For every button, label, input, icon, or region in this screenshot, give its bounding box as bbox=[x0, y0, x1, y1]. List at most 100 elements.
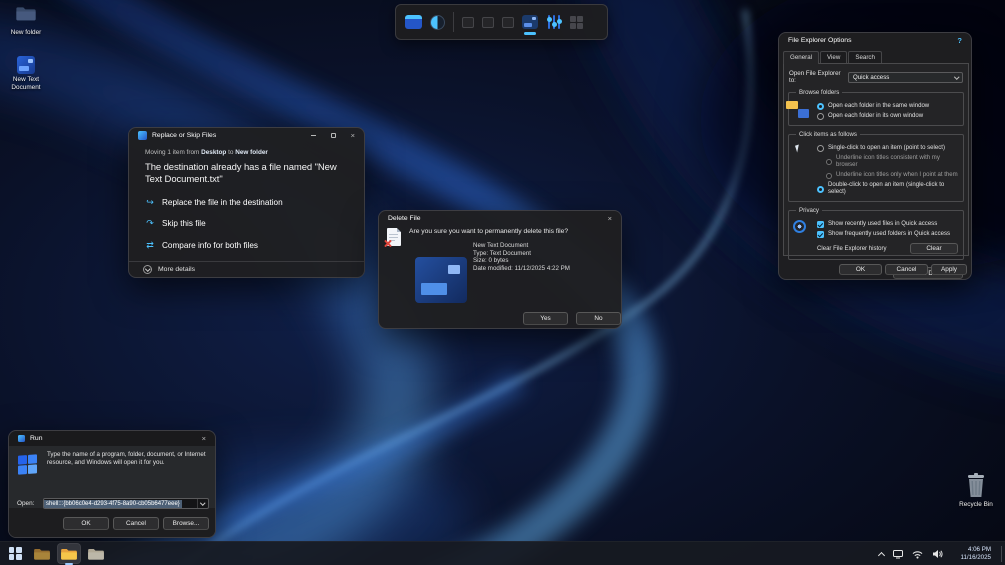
radio-underline-point[interactable]: Underline icon titles only when I point … bbox=[817, 172, 958, 179]
tab-search[interactable]: Search bbox=[848, 51, 882, 63]
close-icon[interactable]: × bbox=[608, 215, 612, 223]
volume-icon[interactable] bbox=[932, 549, 943, 559]
group-title: Click items as follows bbox=[796, 131, 860, 138]
taskbar-item-folder-window[interactable] bbox=[84, 543, 108, 564]
radio-selected-icon bbox=[817, 185, 824, 193]
option-compare-files[interactable]: ⇄ Compare info for both files bbox=[145, 240, 348, 251]
file-name: New Text Document bbox=[473, 242, 529, 249]
desktop-icon-recycle-bin[interactable]: Recycle Bin bbox=[950, 472, 1002, 509]
start-button[interactable] bbox=[3, 543, 27, 564]
replace-arrow-icon: ↪ bbox=[146, 196, 154, 207]
radio-label: Underline icon titles consistent with my… bbox=[836, 155, 940, 168]
active-indicator bbox=[524, 32, 536, 35]
radio-underline-consistent[interactable]: Underline icon titles consistent with my… bbox=[817, 155, 958, 169]
taskbar-item-folder-window-active[interactable] bbox=[57, 543, 81, 564]
combobox-dropdown-button[interactable] bbox=[197, 499, 208, 508]
ghost-window-icon[interactable] bbox=[462, 16, 474, 28]
option-replace-file[interactable]: ↪ Replace the file in the destination bbox=[145, 197, 348, 208]
yes-button[interactable]: Yes bbox=[523, 312, 568, 325]
more-details-label: More details bbox=[158, 266, 196, 273]
open-explorer-to-dropdown[interactable]: Quick access bbox=[848, 71, 963, 83]
radio-same-window[interactable]: Open each folder in the same window bbox=[817, 103, 958, 110]
minimize-icon[interactable] bbox=[310, 135, 316, 136]
windows-start-icon bbox=[8, 547, 22, 560]
close-icon[interactable]: × bbox=[351, 132, 355, 140]
ghost-window-icon[interactable] bbox=[482, 16, 494, 28]
folder-icon bbox=[0, 5, 52, 27]
radio-own-window[interactable]: Open each folder in its own window bbox=[817, 113, 958, 120]
dialog-title: File Explorer Options bbox=[788, 37, 852, 44]
chevron-down-icon bbox=[200, 500, 206, 506]
radio-icon bbox=[826, 159, 832, 165]
cancel-button[interactable]: Cancel bbox=[885, 264, 928, 275]
desktop-icon-label: Recycle Bin bbox=[959, 501, 993, 508]
radio-icon bbox=[817, 113, 824, 120]
display-icon[interactable] bbox=[893, 549, 903, 559]
run-dialog-footer: OK Cancel Browse... bbox=[9, 510, 215, 537]
hidden-icons-chevron[interactable] bbox=[877, 551, 886, 559]
delete-file-dialog: Delete File × Are you sure you want to p… bbox=[378, 210, 622, 329]
chevron-down-icon bbox=[143, 265, 152, 274]
privacy-icon bbox=[793, 220, 806, 233]
radio-double-click[interactable]: Double-click to open an item (single-cli… bbox=[817, 182, 958, 196]
checkbox-recent-files[interactable]: Show recently used files in Quick access bbox=[817, 221, 958, 228]
desktop-icon-label: New folder bbox=[10, 29, 42, 36]
option-skip-file[interactable]: ↷ Skip this file bbox=[145, 218, 348, 229]
file-thumbnail bbox=[415, 257, 467, 303]
folder-icon bbox=[34, 548, 50, 560]
radio-label: Double-click to open an item (single-cli… bbox=[828, 182, 945, 195]
blue-tiles-icon[interactable] bbox=[522, 15, 538, 35]
run-command-combobox[interactable]: shell:::{bb06c0e4-d293-4f75-8a90-cb05b64… bbox=[43, 498, 209, 509]
checkbox-checked-icon bbox=[817, 221, 824, 228]
apply-button[interactable]: Apply bbox=[931, 264, 967, 275]
delete-confirmation-text: Are you sure you want to permanently del… bbox=[409, 228, 569, 235]
ok-button[interactable]: OK bbox=[63, 517, 109, 530]
delete-dialog-titlebar[interactable]: Delete File × bbox=[379, 211, 621, 226]
desktop-icon-new-text-document[interactable]: New Text Document bbox=[0, 56, 52, 91]
windows-logo-icon bbox=[18, 454, 37, 475]
radio-icon bbox=[826, 172, 832, 179]
help-icon[interactable]: ? bbox=[957, 36, 962, 45]
ghost-window-icon[interactable] bbox=[502, 16, 514, 28]
file-explorer-options-dialog: File Explorer Options ? General View Sea… bbox=[778, 32, 972, 280]
radio-single-click[interactable]: Single-click to open an item (point to s… bbox=[817, 145, 958, 152]
folder-options-titlebar[interactable]: File Explorer Options ? bbox=[779, 33, 971, 48]
more-details-toggle[interactable]: More details bbox=[129, 260, 364, 278]
no-button[interactable]: No bbox=[576, 312, 621, 325]
maximize-icon[interactable] bbox=[330, 133, 336, 138]
option-label: Replace the file in the destination bbox=[162, 197, 283, 207]
run-description: Type the name of a program, folder, docu… bbox=[47, 451, 206, 466]
radio-label: Underline icon titles only when I point … bbox=[836, 172, 958, 178]
ok-button[interactable]: OK bbox=[839, 264, 882, 275]
run-dialog-titlebar[interactable]: Run × bbox=[9, 431, 215, 446]
wifi-icon[interactable] bbox=[912, 550, 923, 559]
option-label: Skip this file bbox=[162, 219, 206, 228]
source-folder: Desktop bbox=[201, 149, 227, 156]
contrast-circle-icon[interactable] bbox=[430, 14, 445, 30]
run-dialog: Run × Type the name of a program, folder… bbox=[8, 430, 216, 538]
taskbar-clock[interactable]: 4:06 PM 11/16/2025 bbox=[960, 546, 991, 562]
radio-selected-icon bbox=[817, 103, 824, 110]
dialog-title: Run bbox=[30, 435, 43, 442]
cancel-button[interactable]: Cancel bbox=[113, 517, 159, 530]
chevron-up-icon bbox=[877, 551, 886, 559]
skip-arrow-icon: ↷ bbox=[146, 218, 154, 228]
replace-dialog-titlebar[interactable]: Replace or Skip Files × bbox=[129, 128, 364, 143]
window-icon[interactable] bbox=[405, 15, 422, 29]
checkbox-frequent-folders[interactable]: Show frequently used folders in Quick ac… bbox=[817, 231, 958, 238]
folder-options-tabs: General View Search bbox=[783, 51, 971, 64]
tab-view[interactable]: View bbox=[820, 51, 848, 63]
taskbar-item-file-explorer[interactable] bbox=[30, 543, 54, 564]
clear-button[interactable]: Clear bbox=[910, 243, 958, 254]
grid-icon[interactable] bbox=[570, 15, 583, 29]
show-desktop-button[interactable] bbox=[1001, 546, 1005, 562]
close-icon[interactable]: × bbox=[202, 435, 206, 443]
browse-button[interactable]: Browse... bbox=[163, 517, 209, 530]
desktop-icon-new-folder[interactable]: New folder bbox=[0, 5, 52, 37]
sliders-icon[interactable] bbox=[546, 15, 562, 29]
clock-time: 4:06 PM bbox=[967, 546, 991, 553]
file-size: Size: 0 bytes bbox=[473, 257, 509, 265]
tab-general[interactable]: General bbox=[783, 51, 820, 64]
file-details: New Text Document Type: Text Document Si… bbox=[473, 242, 570, 272]
floating-toolbar bbox=[395, 4, 608, 40]
